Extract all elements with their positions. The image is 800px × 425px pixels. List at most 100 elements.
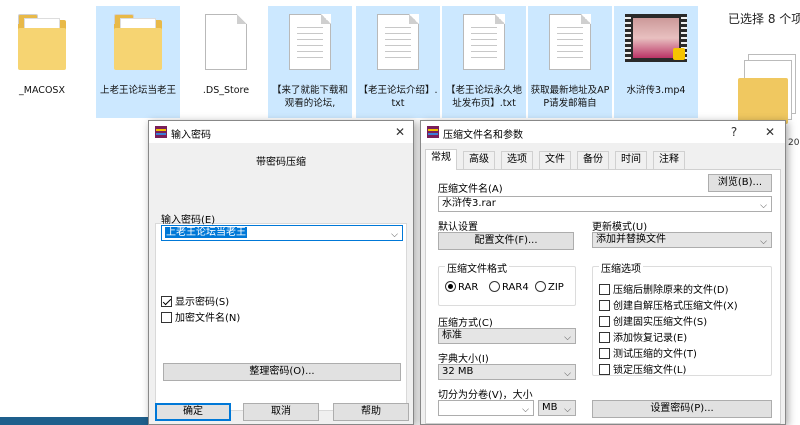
checkbox-unchecked-icon [599, 316, 610, 327]
group-title: 压缩文件格式 [445, 260, 509, 275]
file-name: _MACOSX [19, 85, 65, 96]
checkbox-unchecked-icon [599, 348, 610, 359]
format-zip-radio[interactable]: ZIP [535, 281, 564, 293]
chevron-down-icon[interactable]: ⌵ [391, 228, 398, 240]
file-name: 【老王论坛介绍】.txt [358, 85, 438, 109]
checkbox-checked-icon [161, 296, 172, 307]
file-name: .DS_Store [202, 85, 250, 96]
blank-file-icon [205, 14, 247, 70]
browse-button[interactable]: 浏览(B)... [708, 174, 772, 192]
file-item-video[interactable]: 水浒传3.mp4 [614, 6, 698, 118]
checkbox-unchecked-icon [599, 364, 610, 375]
tab-time[interactable]: 时间 [615, 151, 647, 169]
archive-name-input[interactable]: 水浒传3.rar ⌵ [438, 196, 772, 212]
file-item-text-2[interactable]: 【老王论坛介绍】.txt [356, 6, 440, 118]
close-button[interactable]: ✕ [389, 123, 411, 141]
radio-unselected-icon [489, 281, 500, 292]
explorer-file-grid: _MACOSX 上老王论坛当老王 .DS_Store 【来了就能下载和观看的论坛… [0, 0, 710, 124]
checkbox-unchecked-icon [161, 312, 172, 323]
file-item-ds-store[interactable]: .DS_Store [184, 6, 268, 118]
winrar-icon [427, 126, 439, 138]
test-archived-files-checkbox[interactable]: 测试压缩的文件(T) [599, 345, 697, 360]
taskbar [0, 417, 148, 425]
selection-count: 已选择 8 个项 [728, 12, 800, 26]
password-value: 上老王论坛当老王 [165, 227, 247, 238]
set-password-button[interactable]: 设置密码(P)... [592, 400, 772, 418]
file-item-text-3[interactable]: 【老王论坛永久地址发布页】.txt [442, 6, 526, 118]
archive-format-group: 压缩文件格式 RAR RAR4 ZIP [438, 260, 576, 306]
close-button[interactable]: ✕ [759, 123, 781, 141]
help-icon[interactable]: ? [723, 123, 745, 141]
dictionary-size-select[interactable]: 32 MB ⌵ [438, 364, 576, 380]
cancel-button[interactable]: 取消 [243, 403, 319, 421]
encrypt-filenames-checkbox[interactable]: 加密文件名(N) [161, 309, 240, 324]
file-name: 获取最新地址及APP请发邮箱自 [530, 85, 610, 109]
chevron-down-icon[interactable]: ⌵ [522, 403, 529, 417]
file-name: 上老王论坛当老王 [99, 85, 176, 96]
group-title: 压缩选项 [599, 260, 643, 275]
file-name: 水浒传3.mp4 [626, 85, 686, 96]
general-tab-page: 压缩文件名(A) 浏览(B)... 水浒传3.rar ⌵ 默认设置 配置文件(F… [425, 169, 781, 424]
format-rar4-radio[interactable]: RAR4 [489, 281, 529, 293]
archive-parameters-dialog: 压缩文件名和参数 ? ✕ 常规 高级 选项 文件 备份 时间 注释 压缩文件名(… [420, 120, 786, 425]
tab-backup[interactable]: 备份 [577, 151, 609, 169]
dialog-title: 压缩文件名和参数 [443, 130, 523, 141]
text-file-icon [289, 14, 331, 70]
dialog-heading: 带密码压缩 [256, 157, 306, 168]
split-volumes-label: 切分为分卷(V)，大小 [438, 390, 533, 401]
radio-selected-icon [445, 281, 456, 292]
tab-advanced[interactable]: 高级 [463, 151, 495, 169]
password-label: 输入密码(E) [161, 215, 216, 226]
chevron-down-icon[interactable]: ⌵ [564, 403, 571, 417]
solid-archive-checkbox[interactable]: 创建固实压缩文件(S) [599, 313, 707, 328]
chevron-down-icon[interactable]: ⌵ [760, 199, 767, 213]
show-password-checkbox[interactable]: 显示密码(S) [161, 293, 229, 308]
tab-comment[interactable]: 注释 [653, 151, 685, 169]
lock-archive-checkbox[interactable]: 锁定压缩文件(L) [599, 361, 686, 376]
chevron-down-icon[interactable]: ⌵ [760, 235, 767, 249]
folder-icon [114, 14, 162, 70]
file-item-macosx[interactable]: _MACOSX [0, 6, 84, 118]
chevron-down-icon[interactable]: ⌵ [564, 367, 571, 381]
split-size-input[interactable]: ⌵ [438, 400, 534, 416]
split-unit-select[interactable]: MB ⌵ [538, 400, 576, 416]
default-settings-label: 默认设置 [438, 222, 478, 233]
profiles-button[interactable]: 配置文件(F)... [438, 232, 574, 250]
update-mode-label: 更新模式(U) [592, 222, 648, 233]
compression-method-select[interactable]: 标准 ⌵ [438, 328, 576, 344]
winrar-icon [155, 126, 167, 138]
delete-after-archive-checkbox[interactable]: 压缩后删除原来的文件(D) [599, 281, 729, 296]
archive-options-group: 压缩选项 压缩后删除原来的文件(D) 创建自解压格式压缩文件(X) 创建固实压缩… [592, 260, 772, 376]
tab-files[interactable]: 文件 [539, 151, 571, 169]
password-dialog: 输入密码 ✕ 带密码压缩 输入密码(E) 上老王论坛当老王 ⌵ 显示密码(S) … [148, 120, 414, 425]
file-item-text-1[interactable]: 【来了就能下载和观看的论坛, [268, 6, 352, 118]
checkbox-unchecked-icon [599, 332, 610, 343]
password-input[interactable]: 上老王论坛当老王 ⌵ [161, 225, 403, 241]
folder-icon [18, 14, 66, 70]
video-thumbnail-icon [625, 14, 687, 62]
password-dialog-titlebar[interactable]: 输入密码 ✕ [149, 121, 413, 143]
radio-unselected-icon [535, 281, 546, 292]
file-name: 【来了就能下载和观看的论坛, [271, 85, 348, 109]
chevron-down-icon[interactable]: ⌵ [564, 331, 571, 345]
checkbox-unchecked-icon [599, 284, 610, 295]
checkbox-unchecked-icon [599, 300, 610, 311]
compression-method-label: 压缩方式(C) [438, 318, 493, 329]
tab-options[interactable]: 选项 [501, 151, 533, 169]
archive-dialog-titlebar[interactable]: 压缩文件名和参数 ? ✕ [421, 121, 785, 143]
file-item-text-4[interactable]: 获取最新地址及APP请发邮箱自 [528, 6, 612, 118]
tab-general[interactable]: 常规 [425, 149, 457, 170]
archive-name-label: 压缩文件名(A) [438, 184, 503, 195]
sfx-archive-checkbox[interactable]: 创建自解压格式压缩文件(X) [599, 297, 738, 312]
help-button[interactable]: 帮助 [333, 403, 409, 421]
text-file-icon [463, 14, 505, 70]
recovery-record-checkbox[interactable]: 添加恢复记录(E) [599, 329, 687, 344]
format-rar-radio[interactable]: RAR [445, 281, 478, 293]
dialog-title: 输入密码 [171, 130, 211, 141]
update-mode-select[interactable]: 添加并替换文件 ⌵ [592, 232, 772, 248]
dictionary-size-label: 字典大小(I) [438, 354, 489, 365]
ok-button[interactable]: 确定 [155, 403, 231, 421]
file-item-folder[interactable]: 上老王论坛当老王 [96, 6, 180, 118]
text-file-icon [549, 14, 591, 70]
organize-passwords-button[interactable]: 整理密码(O)... [163, 363, 401, 381]
